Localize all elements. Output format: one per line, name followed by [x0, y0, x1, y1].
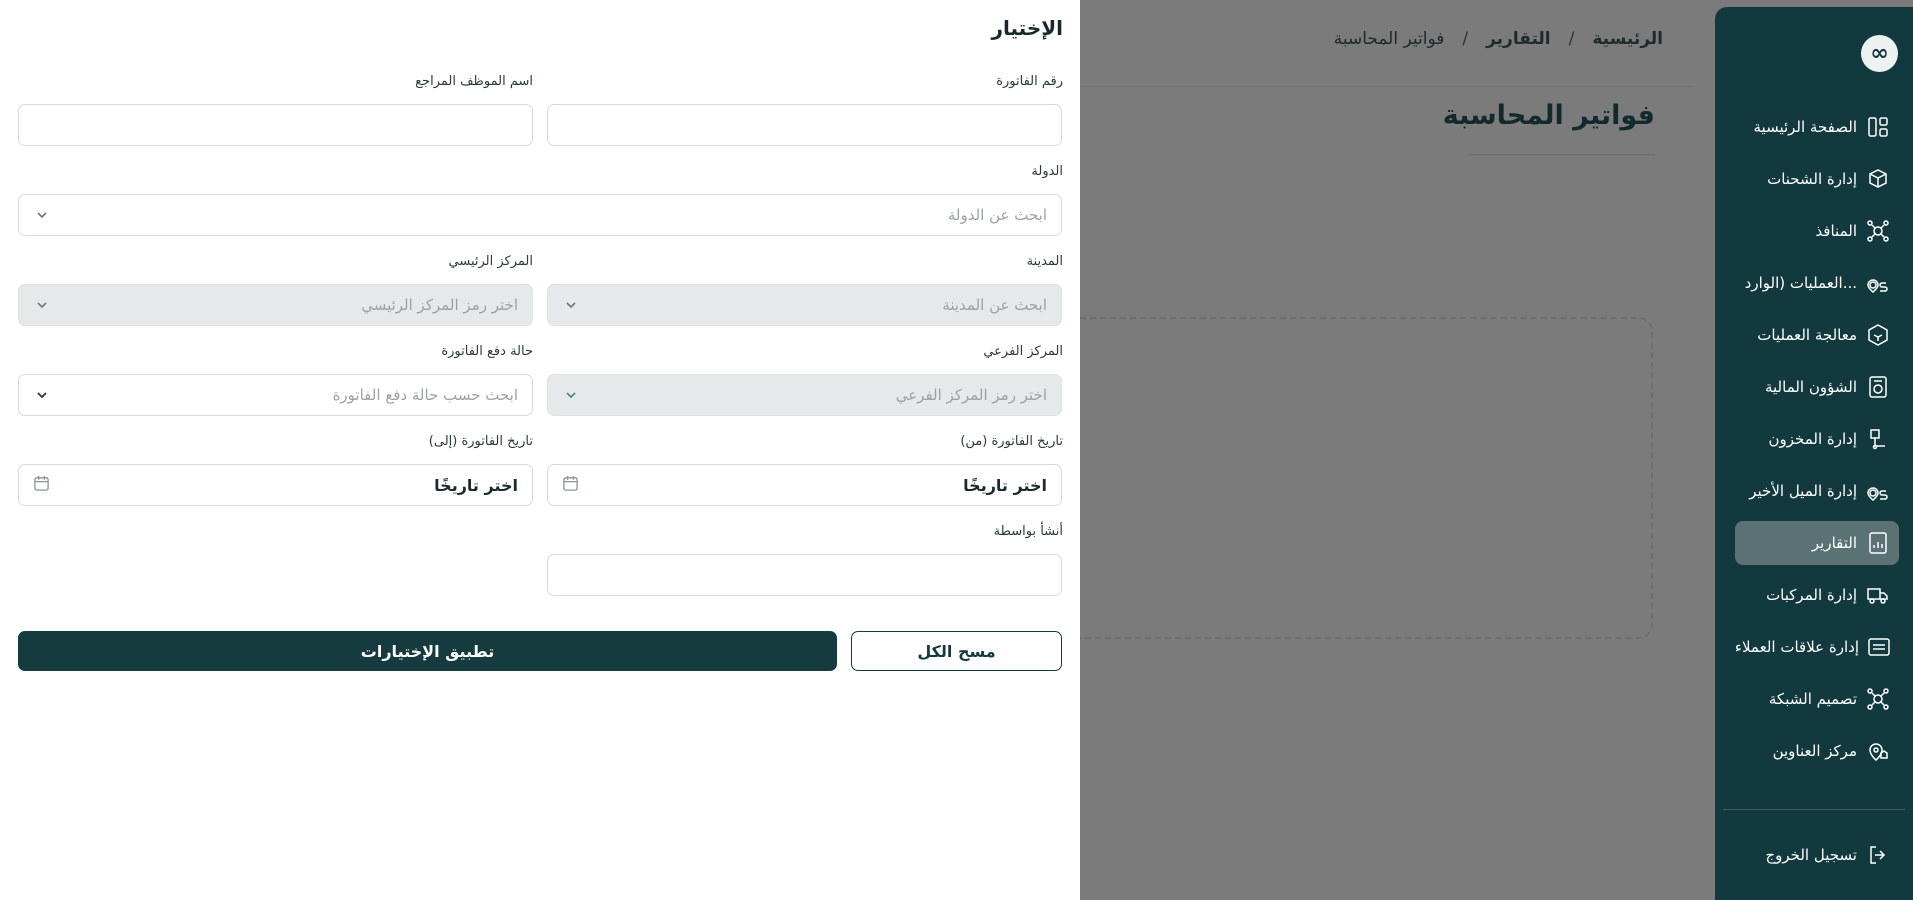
sub-center-label: المركز الفرعي — [983, 344, 1063, 359]
filter-drawer: الإختيار رقم الفاتورة اسم الموظف المراجع… — [0, 0, 1080, 900]
package-icon — [1865, 166, 1891, 192]
sidebar-item-label: الشؤون المالية — [1764, 378, 1857, 396]
calendar-icon — [562, 475, 579, 496]
date-from-picker[interactable]: اختر تاريخًا — [547, 464, 1062, 506]
content-dropzone — [1080, 317, 1653, 639]
date-to-label: تاريخ الفاتورة (إلى) — [428, 434, 533, 449]
payment-status-select[interactable]: ابحث حسب حالة دفع الفاتورة — [18, 374, 533, 416]
sidebar-item-label: إدارة المركبات — [1766, 586, 1857, 604]
sidebar-item-label: العمليات (الوارد... — [1744, 274, 1857, 292]
sidebar-item-last-mile[interactable]: إدارة الميل الأخير — [1735, 469, 1899, 513]
logout-label: تسجيل الخروج — [1765, 846, 1857, 864]
breadcrumb-separator: / — [1568, 29, 1575, 49]
date-to-picker[interactable]: اختر تاريخًا — [18, 464, 533, 506]
logout-button[interactable]: تسجيل الخروج — [1735, 833, 1899, 877]
title-underline — [1469, 154, 1655, 155]
background-page: الرئيسية / التقارير / فواتير المحاسبة فو… — [1080, 0, 1695, 900]
sidebar-item-label: التقارير — [1811, 534, 1857, 552]
breadcrumb: الرئيسية / التقارير / فواتير المحاسبة — [1334, 29, 1663, 49]
sidebar-item-label: إدارة المخزون — [1768, 430, 1857, 448]
sidebar-item-label: إدارة الميل الأخير — [1749, 482, 1857, 500]
sidebar-item-network-design[interactable]: تصميم الشبكة — [1735, 677, 1899, 721]
sidebar-item-inventory[interactable]: إدارة المخزون — [1735, 417, 1899, 461]
sidebar-item-ports[interactable]: المنافذ — [1735, 209, 1899, 253]
reviewer-name-input[interactable] — [18, 104, 533, 146]
payment-status-label: حالة دفع الفاتورة — [441, 344, 533, 359]
clear-all-button[interactable]: مسح الكل — [851, 631, 1062, 671]
logout-icon — [1865, 842, 1891, 868]
sub-center-select[interactable]: اختر رمز المركز الفرعي — [547, 374, 1062, 416]
chevron-down-icon — [33, 206, 51, 224]
last-mile-icon — [1865, 478, 1891, 504]
breadcrumb-current: فواتير المحاسبة — [1333, 29, 1445, 49]
chevron-down-icon — [562, 296, 580, 314]
breadcrumb-home[interactable]: الرئيسية — [1592, 29, 1663, 49]
sidebar-item-operations[interactable]: العمليات (الوارد... — [1735, 261, 1899, 305]
header-divider — [1080, 86, 1695, 87]
main-center-select[interactable]: اختر رمز المركز الرئيسي — [18, 284, 533, 326]
address-pin-icon — [1865, 738, 1891, 764]
reports-icon — [1865, 530, 1891, 556]
warehouse-icon — [1865, 426, 1891, 452]
sidebar-divider — [1723, 809, 1905, 810]
box-process-icon — [1865, 322, 1891, 348]
date-from-label: تاريخ الفاتورة (من) — [960, 434, 1063, 449]
sidebar-item-shipments[interactable]: إدارة الشحنات — [1735, 157, 1899, 201]
chevron-down-icon — [33, 296, 51, 314]
invoice-number-input[interactable] — [547, 104, 1062, 146]
city-label: المدينة — [1026, 254, 1063, 269]
chevron-down-icon — [562, 386, 580, 404]
breadcrumb-reports[interactable]: التقارير — [1486, 29, 1551, 49]
sidebar-item-label: معالجة العمليات — [1757, 326, 1857, 344]
main-center-label: المركز الرئيسي — [448, 254, 533, 269]
invoice-number-label: رقم الفاتورة — [996, 74, 1063, 89]
created-by-label: أنشأ بواسطة — [993, 524, 1063, 539]
route-icon — [1865, 270, 1891, 296]
country-label: الدولة — [1031, 164, 1063, 179]
sidebar-item-vehicles[interactable]: إدارة المركبات — [1735, 573, 1899, 617]
truck-icon — [1865, 582, 1891, 608]
reviewer-name-label: اسم الموظف المراجع — [415, 74, 533, 89]
logo-icon[interactable]: ∞ — [1861, 35, 1898, 72]
sidebar-item-label: تصميم الشبكة — [1768, 690, 1857, 708]
sidebar-item-label: إدارة الشحنات — [1767, 170, 1857, 188]
sidebar-item-label: الصفحة الرئيسية — [1753, 118, 1858, 136]
network-design-icon — [1865, 686, 1891, 712]
sidebar-item-label: المنافذ — [1815, 222, 1857, 240]
sidebar-item-reports[interactable]: التقارير — [1735, 521, 1899, 565]
sidebar-item-label: إدارة علاقات العملاء — [1734, 638, 1859, 656]
created-by-input[interactable] — [547, 554, 1062, 596]
breadcrumb-separator: / — [1462, 29, 1469, 49]
sidebar: ∞ الصفحة الرئيسية إدارة الشحنات المنافذ … — [1715, 7, 1913, 900]
network-icon — [1865, 218, 1891, 244]
sidebar-item-label: مركز العناوين — [1772, 742, 1857, 760]
city-select[interactable]: ابحث عن المدينة — [547, 284, 1062, 326]
sidebar-item-processing[interactable]: معالجة العمليات — [1735, 313, 1899, 357]
dashboard-icon — [1865, 114, 1891, 140]
sidebar-item-crm[interactable]: إدارة علاقات العملاء — [1735, 625, 1899, 669]
page-title: فواتير المحاسبة — [1442, 100, 1655, 131]
sidebar-item-address-center[interactable]: مركز العناوين — [1735, 729, 1899, 773]
chevron-down-icon — [33, 386, 51, 404]
crm-icon — [1867, 634, 1891, 660]
country-select[interactable]: ابحث عن الدولة — [18, 194, 1062, 236]
drawer-title: الإختيار — [991, 16, 1063, 40]
calendar-icon — [33, 475, 50, 496]
apply-filters-button[interactable]: تطبيق الإختيارات — [18, 631, 837, 671]
finance-icon — [1865, 374, 1891, 400]
sidebar-item-finance[interactable]: الشؤون المالية — [1735, 365, 1899, 409]
sidebar-item-home[interactable]: الصفحة الرئيسية — [1735, 105, 1899, 149]
